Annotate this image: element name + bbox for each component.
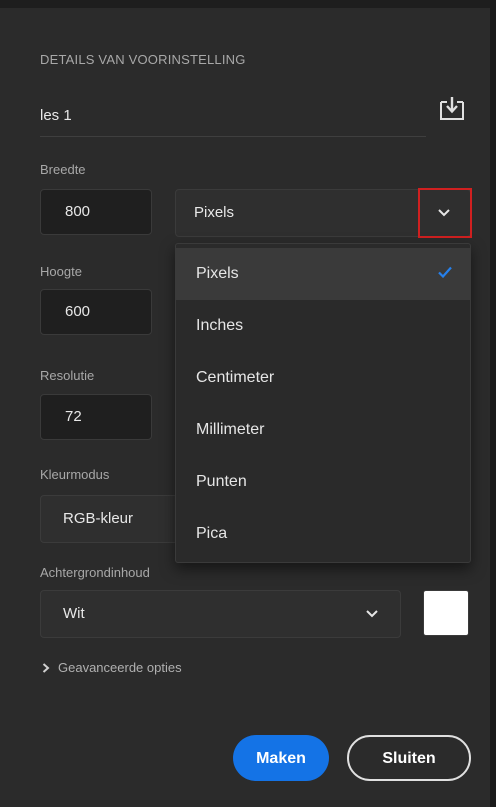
height-label: Hoogte [40,264,82,279]
width-input[interactable]: 800 [40,189,152,235]
dropdown-option-pixels[interactable]: Pixels [176,248,470,300]
color-mode-label: Kleurmodus [40,467,110,482]
background-value: Wit [63,605,85,622]
option-label: Centimeter [196,369,275,386]
unit-dropdown-menu: Pixels Inches Centimeter Millimeter Punt… [175,243,471,563]
right-edge [490,0,496,807]
option-label: Pica [196,525,228,542]
highlight-box [418,188,472,238]
advanced-options-label: Geavanceerde opties [58,660,182,675]
option-label: Millimeter [196,421,265,438]
width-label: Breedte [40,162,86,177]
dropdown-option-punten[interactable]: Punten [176,456,470,508]
background-color-swatch[interactable] [423,590,469,636]
dropdown-option-millimeter[interactable]: Millimeter [176,404,470,456]
option-label: Punten [196,473,247,490]
option-label: Pixels [196,265,239,282]
save-preset-icon[interactable] [436,92,468,124]
dropdown-option-inches[interactable]: Inches [176,300,470,352]
dropdown-option-centimeter[interactable]: Centimeter [176,352,470,404]
section-title: DETAILS VAN VOORINSTELLING [40,52,246,67]
resolution-input[interactable]: 72 [40,394,152,440]
resolution-label: Resolutie [40,368,95,383]
new-document-preset-panel: DETAILS VAN VOORINSTELLING les 1 Breedte… [0,0,496,807]
unit-select-value: Pixels [194,204,235,221]
option-label: Inches [196,317,244,334]
advanced-options-toggle[interactable]: Geavanceerde opties [42,660,182,675]
background-select[interactable]: Wit [40,590,401,638]
close-button[interactable]: Sluiten [347,735,471,781]
height-input[interactable]: 600 [40,289,152,335]
checkmark-icon [438,266,452,278]
top-border [0,0,496,8]
background-label: Achtergrondinhoud [40,565,150,580]
preset-name-input[interactable]: les 1 [40,107,72,124]
preset-name-underline [40,136,426,137]
chevron-down-icon[interactable] [366,610,378,618]
dropdown-option-pica[interactable]: Pica [176,508,470,560]
create-button[interactable]: Maken [233,735,329,781]
color-mode-value: RGB-kleur [63,510,134,527]
chevron-right-icon [42,663,50,673]
